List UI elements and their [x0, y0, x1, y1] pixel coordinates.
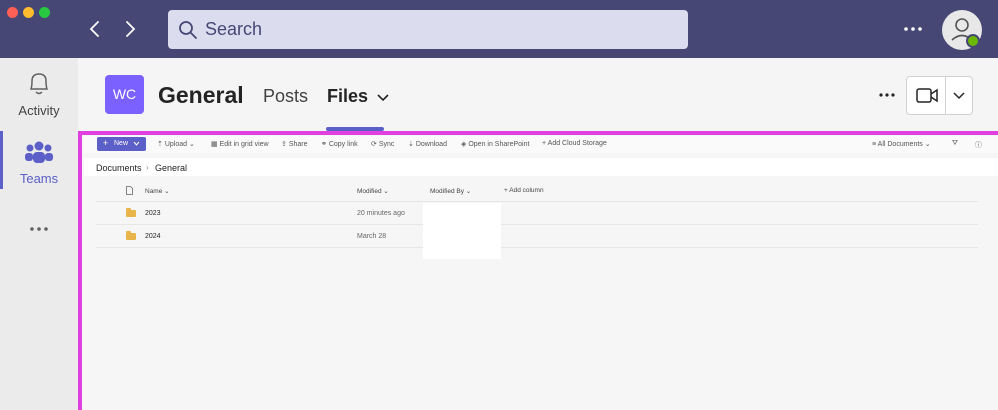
open-sharepoint-label: Open in SharePoint	[468, 141, 530, 148]
rail-label-activity: Activity	[18, 103, 60, 118]
sort-chevron-icon: ⌄	[164, 188, 170, 195]
plus-icon: +	[103, 138, 109, 148]
modified-2023: 20 minutes ago	[357, 210, 405, 217]
breadcrumb-separator-icon: ›	[146, 163, 149, 172]
column-header-modified-by[interactable]: Modified By ⌄	[430, 187, 471, 195]
search-input[interactable]: Search	[168, 10, 688, 49]
meet-divider	[945, 77, 946, 114]
filter-icon[interactable]: ⛛	[952, 140, 958, 148]
new-chevron-down-icon	[133, 141, 140, 146]
column-name-label: Name	[145, 188, 163, 195]
presence-status-badge	[966, 34, 980, 48]
download-icon: ⇣	[408, 141, 414, 148]
add-column-label: Add column	[509, 187, 544, 194]
link-icon: ⚭	[321, 141, 327, 148]
sort-chevron-icon: ⌄	[383, 188, 389, 195]
minimize-window-button[interactable]	[23, 7, 34, 18]
grid-icon: ▦	[211, 141, 218, 148]
copy-link-button[interactable]: ⚭ Copy link	[321, 140, 358, 148]
share-icon: ⇪	[281, 141, 287, 148]
rail-item-teams[interactable]: Teams	[0, 140, 78, 186]
share-button[interactable]: ⇪ Share	[281, 140, 308, 148]
share-label: Share	[288, 141, 308, 148]
plus-icon: +	[504, 187, 508, 194]
sync-icon: ⟳	[371, 141, 377, 148]
upload-button[interactable]: ⇡ Upload ⌄	[157, 140, 195, 148]
row-divider	[96, 201, 978, 202]
back-arrow-icon[interactable]	[84, 18, 106, 40]
modified-2024: March 28	[357, 233, 387, 240]
folder-icon	[126, 208, 136, 217]
add-cloud-storage-label: Add Cloud Storage	[547, 140, 607, 147]
plus-icon: +	[542, 140, 547, 147]
add-column-button[interactable]: + Add column	[504, 187, 544, 194]
chevron-down-icon	[377, 94, 389, 102]
more-options-icon[interactable]	[900, 20, 926, 38]
column-header-name[interactable]: Name ⌄	[145, 187, 170, 195]
new-button-label: New	[114, 140, 129, 147]
list-view-icon: ≡	[872, 141, 877, 148]
meet-button[interactable]	[906, 76, 973, 115]
file-type-icon	[126, 186, 133, 195]
modified-by-redacted-area	[423, 203, 501, 259]
search-icon	[179, 21, 197, 39]
view-chevron-icon: ⌄	[924, 141, 931, 148]
view-selector-label: All Documents	[877, 141, 923, 148]
breadcrumb-general: General	[155, 163, 188, 173]
sharepoint-icon: ◈	[461, 141, 467, 148]
tab-files-label: Files	[327, 86, 369, 106]
info-icon[interactable]: ⓘ	[975, 140, 982, 150]
download-button[interactable]: ⇣ Download	[408, 140, 447, 148]
search-placeholder: Search	[205, 19, 263, 39]
rail-label-teams: Teams	[19, 171, 59, 186]
breadcrumb	[84, 158, 998, 176]
teams-icon	[25, 141, 53, 163]
file-name-2023[interactable]: 2023	[145, 210, 161, 217]
edit-grid-label: Edit in grid view	[219, 141, 269, 148]
channel-more-icon[interactable]	[877, 87, 897, 103]
upload-label: Upload	[164, 141, 188, 148]
channel-title: General	[158, 82, 244, 108]
view-selector[interactable]: ≡ All Documents ⌄	[872, 140, 931, 148]
sync-label: Sync	[378, 141, 395, 148]
add-cloud-storage-button[interactable]: + Add Cloud Storage	[542, 140, 607, 147]
download-label: Download	[415, 141, 447, 148]
close-window-button[interactable]	[7, 7, 18, 18]
row-divider	[96, 224, 978, 225]
rail-item-more[interactable]	[0, 222, 78, 240]
open-sharepoint-button[interactable]: ◈ Open in SharePoint	[461, 140, 529, 148]
sync-button[interactable]: ⟳ Sync	[371, 140, 394, 148]
edit-grid-button[interactable]: ▦ Edit in grid view	[211, 140, 269, 148]
copy-link-label: Copy link	[328, 141, 358, 148]
tab-files[interactable]: Files	[327, 86, 389, 107]
upload-chevron-icon: ⌄	[188, 141, 195, 148]
video-camera-icon	[916, 88, 938, 103]
folder-icon	[126, 231, 136, 240]
title-bar: Search	[0, 0, 998, 58]
breadcrumb-documents[interactable]: Documents	[96, 163, 142, 173]
column-modified-label: Modified	[357, 188, 382, 195]
meet-chevron-down-icon[interactable]	[953, 92, 965, 100]
row-divider	[96, 247, 978, 248]
bell-icon	[29, 73, 49, 95]
file-name-2024[interactable]: 2024	[145, 233, 161, 240]
column-header-modified[interactable]: Modified ⌄	[357, 187, 389, 195]
forward-arrow-icon[interactable]	[119, 18, 141, 40]
new-button[interactable]: + New	[97, 137, 146, 151]
upload-icon: ⇡	[157, 141, 163, 148]
more-icon	[30, 227, 48, 231]
tab-posts[interactable]: Posts	[263, 86, 308, 107]
team-avatar[interactable]: WC	[105, 75, 144, 114]
maximize-window-button[interactable]	[39, 7, 50, 18]
column-modified-by-label: Modified By	[430, 188, 464, 195]
rail-item-activity[interactable]: Activity	[0, 70, 78, 118]
sort-chevron-icon: ⌄	[465, 188, 472, 195]
